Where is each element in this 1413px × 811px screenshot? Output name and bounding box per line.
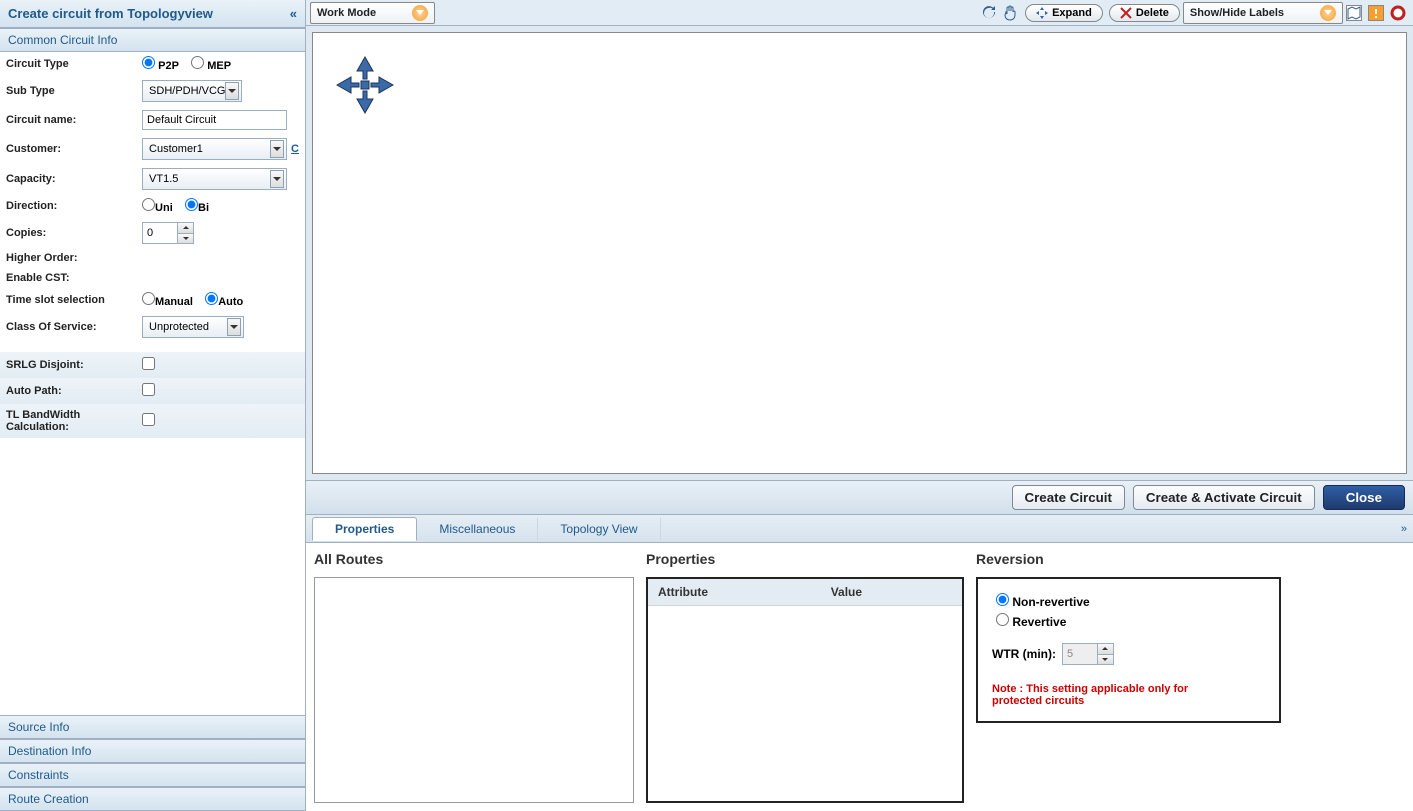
action-footer: Create Circuit Create & Activate Circuit… (306, 480, 1413, 515)
tab-miscellaneous[interactable]: Miscellaneous (417, 518, 538, 540)
spinner-down-icon[interactable] (1098, 655, 1113, 665)
panel-title: Create circuit from Topologyview (8, 6, 213, 21)
col-attribute: Attribute (648, 579, 821, 606)
label-subtype: Sub Type (0, 76, 136, 106)
label-srlg: SRLG Disjoint: (0, 352, 136, 378)
warning-icon[interactable] (1368, 5, 1384, 21)
right-panel: Work Mode Expand Delete Show/Hide Labels (306, 0, 1413, 811)
radio-p2p[interactable] (142, 56, 155, 69)
spinner-up-icon[interactable] (178, 223, 193, 234)
chevron-down-icon (412, 5, 428, 21)
input-wtr (1063, 644, 1097, 664)
section-route-creation[interactable]: Route Creation (0, 787, 305, 811)
label-copies: Copies: (0, 218, 136, 248)
spinner-up-icon[interactable] (1098, 644, 1113, 655)
label-autopath: Auto Path: (0, 378, 136, 404)
tab-properties[interactable]: Properties (312, 517, 417, 541)
section-common-circuit-info[interactable]: Common Circuit Info (0, 28, 305, 52)
checkbox-tlbandwidth[interactable] (142, 413, 155, 426)
all-routes-list[interactable] (314, 577, 634, 803)
radio-bi[interactable] (185, 198, 198, 211)
input-copies[interactable] (143, 223, 177, 243)
help-icon[interactable] (1390, 5, 1406, 21)
label-customer: Customer: (0, 134, 136, 164)
label-wtr: WTR (min): (992, 647, 1056, 661)
select-cos[interactable]: Unprotected (142, 316, 244, 338)
label-circuit-name: Circuit name: (0, 106, 136, 134)
customer-link[interactable]: C (291, 143, 299, 155)
label-cos: Class Of Service: (0, 312, 136, 342)
tabs-bar: Properties Miscellaneous Topology View » (306, 515, 1413, 543)
collapse-left-icon[interactable]: « (290, 6, 297, 21)
label-capacity: Capacity: (0, 164, 136, 194)
close-button[interactable]: Close (1323, 485, 1405, 510)
checkbox-autopath[interactable] (142, 383, 155, 396)
radio-auto[interactable] (205, 292, 218, 305)
chevron-down-icon (227, 318, 241, 336)
section-constraints[interactable]: Constraints (0, 763, 305, 787)
hand-pan-icon[interactable] (1003, 5, 1019, 21)
properties-title: Properties (646, 551, 964, 567)
panel-title-bar: Create circuit from Topologyview « (0, 0, 305, 28)
delete-button[interactable]: Delete (1109, 4, 1180, 22)
spinner-copies[interactable] (142, 222, 194, 244)
map-icon[interactable] (1346, 5, 1362, 21)
tab-topology-view[interactable]: Topology View (538, 518, 660, 540)
all-routes-title: All Routes (314, 551, 634, 567)
chevron-down-icon (1320, 5, 1336, 21)
nav-accordion: Source Info Destination Info Constraints… (0, 715, 305, 811)
collapse-tabs-icon[interactable]: » (1401, 523, 1407, 535)
pan-navigator[interactable] (333, 53, 397, 117)
col-value: Value (821, 579, 962, 606)
select-subtype[interactable]: SDH/PDH/VCG (142, 80, 242, 102)
properties-pane: All Routes Properties Attribute Value Re… (306, 543, 1413, 811)
spinner-wtr[interactable] (1062, 643, 1114, 665)
label-direction: Direction: (0, 194, 136, 218)
label-higher-order: Higher Order: (0, 248, 136, 268)
expand-button[interactable]: Expand (1025, 4, 1103, 22)
section-source-info[interactable]: Source Info (0, 715, 305, 739)
dropdown-show-hide-labels[interactable]: Show/Hide Labels (1183, 2, 1343, 24)
topology-canvas[interactable] (312, 32, 1407, 474)
select-customer[interactable]: Customer1 (142, 138, 287, 160)
radio-manual[interactable] (142, 292, 155, 305)
radio-non-revertive[interactable] (996, 593, 1009, 606)
radio-uni[interactable] (142, 198, 155, 211)
checkbox-srlg[interactable] (142, 357, 155, 370)
select-capacity[interactable]: VT1.5 (142, 168, 287, 190)
chevron-down-icon (270, 140, 284, 158)
label-timeslot: Time slot selection (0, 288, 136, 312)
create-activate-circuit-button[interactable]: Create & Activate Circuit (1133, 485, 1315, 510)
label-enable-cst: Enable CST: (0, 268, 136, 288)
section-destination-info[interactable]: Destination Info (0, 739, 305, 763)
dropdown-work-mode[interactable]: Work Mode (310, 2, 435, 24)
create-circuit-button[interactable]: Create Circuit (1012, 485, 1125, 510)
toolbar: Work Mode Expand Delete Show/Hide Labels (306, 0, 1413, 26)
label-circuit-type: Circuit Type (0, 52, 136, 76)
radio-revertive[interactable] (996, 613, 1009, 626)
reversion-title: Reversion (976, 551, 1405, 567)
label-tlbandwidth: TL BandWidth Calculation: (0, 404, 136, 438)
refresh-icon[interactable] (981, 5, 997, 21)
chevron-down-icon (225, 82, 239, 100)
spinner-down-icon[interactable] (178, 234, 193, 244)
left-panel: Create circuit from Topologyview « Commo… (0, 0, 306, 811)
input-circuit-name[interactable] (142, 110, 287, 130)
reversion-note: Note : This setting applicable only for … (992, 683, 1192, 707)
chevron-down-icon (270, 170, 284, 188)
radio-mep[interactable] (191, 56, 204, 69)
form-body: Circuit Type P2P MEP Sub Type SDH/PDH/VC… (0, 52, 305, 715)
